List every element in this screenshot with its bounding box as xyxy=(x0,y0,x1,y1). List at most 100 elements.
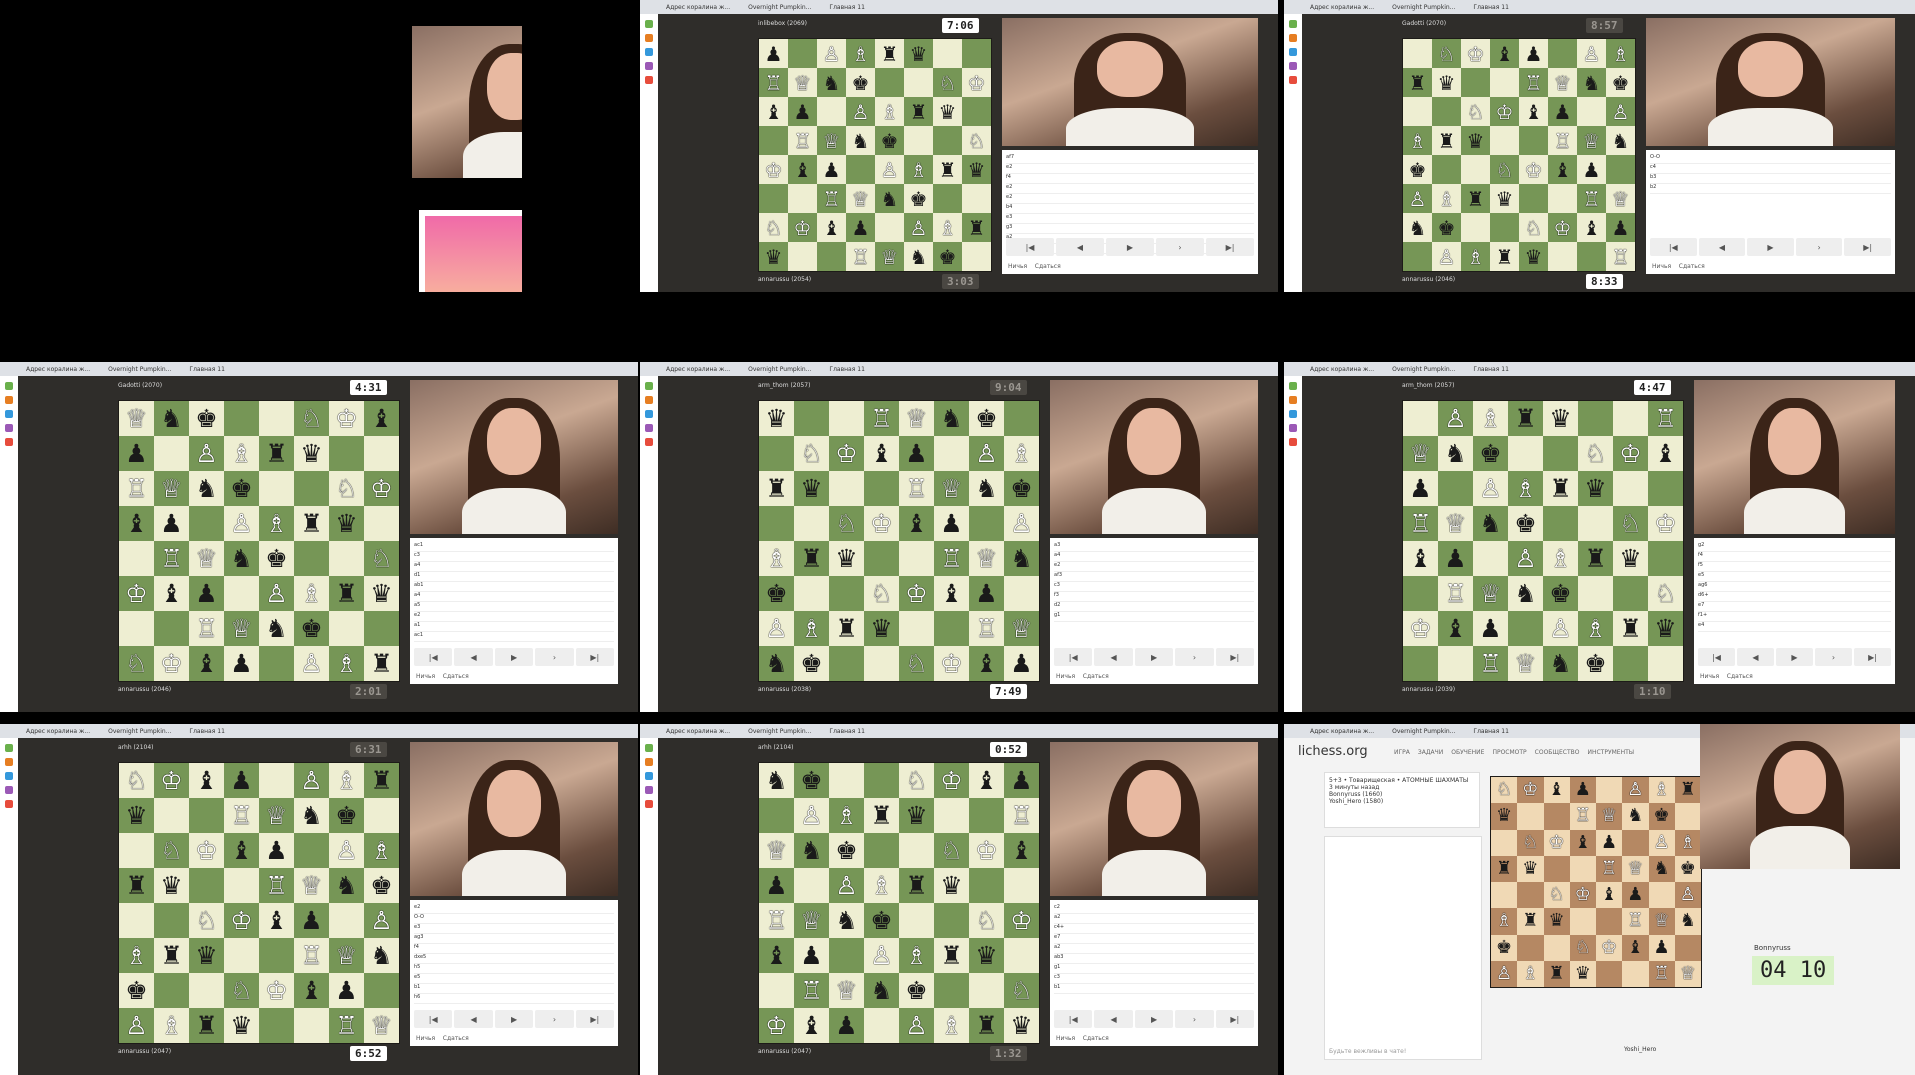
chess-piece[interactable]: ♕ xyxy=(335,943,357,968)
board-square[interactable] xyxy=(294,1008,329,1043)
chess-piece[interactable]: ♟ xyxy=(940,511,962,536)
board-square[interactable]: ♔ xyxy=(259,973,294,1008)
chess-piece[interactable]: ♛ xyxy=(905,803,927,828)
board-square[interactable] xyxy=(1622,829,1649,856)
chess-piece[interactable]: ♖ xyxy=(765,908,787,933)
board-square[interactable]: ♕ xyxy=(1622,855,1649,882)
board-square[interactable]: ♙ xyxy=(294,763,329,798)
chess-piece[interactable]: ♝ xyxy=(940,581,962,606)
chess-piece[interactable]: ♕ xyxy=(800,908,822,933)
board-square[interactable]: ♙ xyxy=(1473,471,1508,506)
board-square[interactable] xyxy=(224,576,259,611)
chess-piece[interactable]: ♙ xyxy=(765,616,787,641)
top-player[interactable]: Gadotti (2070) xyxy=(1402,20,1446,27)
chess-piece[interactable]: ♘ xyxy=(800,441,822,466)
chess-piece[interactable]: ♗ xyxy=(800,616,822,641)
board-square[interactable]: ♕ xyxy=(969,541,1004,576)
chess-piece[interactable]: ♘ xyxy=(870,581,892,606)
chess-piece[interactable]: ♝ xyxy=(975,768,997,793)
board-square[interactable]: ♞ xyxy=(154,401,189,436)
board-square[interactable] xyxy=(1517,882,1544,909)
board-square[interactable] xyxy=(875,213,904,242)
chess-piece[interactable]: ♝ xyxy=(1444,616,1466,641)
board-square[interactable] xyxy=(759,506,794,541)
board-square[interactable]: ♞ xyxy=(969,471,1004,506)
chess-piece[interactable]: ♔ xyxy=(975,838,997,863)
board-square[interactable]: ♕ xyxy=(788,68,817,97)
chat-input[interactable]: Будьте вежливы в чате! xyxy=(1329,1048,1406,1055)
chess-piece[interactable]: ♘ xyxy=(1467,102,1485,122)
bottom-player[interactable]: annarussu (2039) xyxy=(1402,686,1455,693)
board-square[interactable] xyxy=(899,611,934,646)
board-square[interactable]: ♖ xyxy=(1403,506,1438,541)
chess-piece[interactable]: ♟ xyxy=(823,160,841,180)
chess-piece[interactable]: ♞ xyxy=(335,873,357,898)
board-square[interactable]: ♞ xyxy=(759,763,794,798)
chess-piece[interactable]: ♙ xyxy=(265,581,287,606)
board-square[interactable]: ♛ xyxy=(1004,1008,1039,1043)
board-square[interactable]: ♞ xyxy=(864,973,899,1008)
chess-piece[interactable]: ♚ xyxy=(881,131,899,151)
chess-piece[interactable]: ♕ xyxy=(1479,581,1501,606)
board-square[interactable]: ♗ xyxy=(1461,242,1490,271)
board-square[interactable]: ♞ xyxy=(294,798,329,833)
chess-piece[interactable]: ♜ xyxy=(835,616,857,641)
top-player[interactable]: Gadotti (2070) xyxy=(118,382,162,389)
board-square[interactable]: ♛ xyxy=(294,436,329,471)
first-move-button[interactable]: |◀ xyxy=(1054,1010,1093,1028)
chess-piece[interactable]: ♘ xyxy=(1619,511,1641,536)
board-square[interactable] xyxy=(864,1008,899,1043)
chess-piece[interactable]: ♔ xyxy=(1010,908,1032,933)
board-square[interactable] xyxy=(1490,213,1519,242)
board-square[interactable] xyxy=(899,541,934,576)
board-square[interactable] xyxy=(794,868,829,903)
chess-board[interactable]: ♕ ♞ ♚ ♘ ♔ ♝ ♟ ♙ ♗ ♜ ♛ ♖ ♕ ♞ ♚ ♘ ♔ ♝ ♟ ♙ ♗ ♜ ♛ ♖ ♕ ♞ ♚ ♘ ♔ ♝ ♟ ♙ ♗ ♜ ♛ ♖ ♕ ♞ ♚ ♘… xyxy=(118,400,400,682)
board-square[interactable]: ♙ xyxy=(1403,184,1432,213)
board-square[interactable]: ♟ xyxy=(1519,39,1548,68)
chess-piece[interactable]: ♝ xyxy=(1496,44,1514,64)
board-square[interactable] xyxy=(329,903,364,938)
board-square[interactable] xyxy=(1596,960,1623,987)
chess-piece[interactable]: ♟ xyxy=(160,511,182,536)
board-square[interactable] xyxy=(904,68,933,97)
chess-piece[interactable]: ♗ xyxy=(852,44,870,64)
board-square[interactable] xyxy=(189,868,224,903)
puzzle-icon[interactable] xyxy=(1289,34,1297,42)
chess-piece[interactable]: ♙ xyxy=(335,838,357,863)
chess-piece[interactable]: ♕ xyxy=(1554,73,1572,93)
chess-piece[interactable]: ♝ xyxy=(160,581,182,606)
player-1[interactable]: Bonnyruss (1660) xyxy=(1329,791,1475,798)
board-square[interactable]: ♙ xyxy=(1622,777,1649,804)
board-square[interactable] xyxy=(154,798,189,833)
chess-piece[interactable]: ♛ xyxy=(370,581,392,606)
board-square[interactable]: ♝ xyxy=(969,763,1004,798)
chess-piece[interactable]: ♞ xyxy=(300,803,322,828)
board-square[interactable]: ♕ xyxy=(154,471,189,506)
chess-piece[interactable]: ♟ xyxy=(765,44,783,64)
move-row[interactable]: h6 xyxy=(414,994,614,1004)
move-row[interactable]: d1 xyxy=(414,572,614,582)
chess-piece[interactable]: ♕ xyxy=(1627,859,1643,878)
board-square[interactable]: ♝ xyxy=(794,1008,829,1043)
pawn-icon[interactable] xyxy=(5,744,13,752)
board-square[interactable] xyxy=(119,611,154,646)
board-square[interactable]: ♝ xyxy=(759,97,788,126)
board-square[interactable]: ♝ xyxy=(1490,39,1519,68)
board-square[interactable]: ♟ xyxy=(759,39,788,68)
board-square[interactable] xyxy=(864,763,899,798)
board-square[interactable] xyxy=(817,242,846,271)
nav-item[interactable]: ИНСТРУМЕНТЫ xyxy=(1587,749,1634,756)
board-square[interactable]: ♝ xyxy=(364,401,399,436)
first-move-button[interactable]: |◀ xyxy=(1650,238,1697,256)
board-square[interactable]: ♟ xyxy=(1577,155,1606,184)
chess-piece[interactable]: ♞ xyxy=(1627,807,1643,825)
move-row[interactable]: e2 xyxy=(1006,164,1254,174)
chess-piece[interactable]: ♜ xyxy=(335,581,357,606)
board-square[interactable]: ♞ xyxy=(794,833,829,868)
board-square[interactable]: ♙ xyxy=(1438,401,1473,436)
news-icon[interactable] xyxy=(645,800,653,808)
chess-piece[interactable]: ♜ xyxy=(1549,964,1565,983)
chess-piece[interactable]: ♕ xyxy=(230,616,252,641)
chess-piece[interactable]: ♟ xyxy=(1583,160,1601,180)
board-square[interactable]: ♛ xyxy=(1461,126,1490,155)
